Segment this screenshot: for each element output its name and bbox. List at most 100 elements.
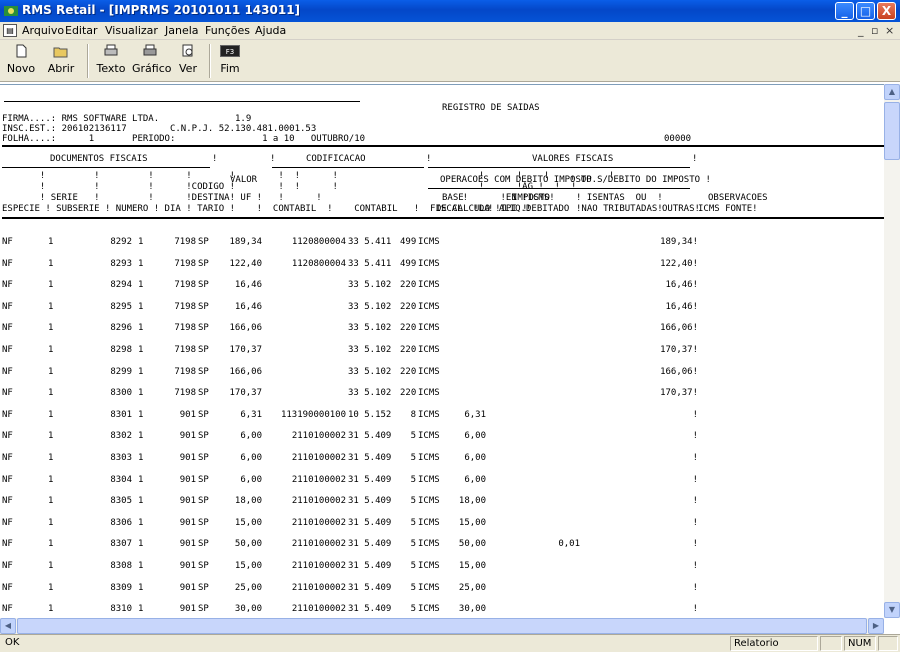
menu-janela[interactable]: Janela (165, 24, 199, 37)
cell-outras: ! (692, 409, 698, 420)
cell-numero: 8305 (110, 496, 132, 507)
grafico-label: Gráfico (132, 62, 172, 75)
cell-outras: 170,37! (660, 388, 698, 399)
cell-destinatario: 901 (179, 517, 196, 528)
horizontal-scrollbar[interactable]: ◀ ▶ (0, 618, 884, 634)
cell-uf: SP (198, 366, 209, 377)
close-button[interactable]: X (877, 2, 896, 20)
header-nao-tributadas: !NAO TRIBUTADAS! (576, 204, 663, 214)
minimize-button[interactable]: _ (835, 2, 854, 20)
abrir-button[interactable]: Abrir (46, 44, 76, 80)
maximize-button[interactable]: □ (856, 2, 875, 20)
cell-contabil: 2110100002 (291, 561, 346, 571)
fim-button[interactable]: F3 Fim (216, 44, 244, 80)
cell-outras: ! (692, 582, 698, 593)
cell-valor: 189,34 (229, 237, 262, 247)
cell-destinatario: 901 (179, 561, 196, 571)
ver-button[interactable]: Ver (174, 44, 202, 80)
scroll-down-arrow-icon[interactable]: ▼ (884, 602, 900, 618)
scroll-left-arrow-icon[interactable]: ◀ (0, 618, 16, 634)
cell-ag: 8 (410, 409, 416, 420)
cell-dia: 1 (138, 431, 144, 442)
cell-serie: 1 (48, 561, 54, 571)
cell-dia: 1 (138, 323, 144, 334)
toolbar: Novo Abrir Texto Gráfico Ver F3 Fim (0, 40, 900, 82)
grafico-button[interactable]: Gráfico (132, 44, 172, 80)
vertical-scroll-thumb[interactable] (884, 102, 900, 160)
cell-numero: 8294 (110, 280, 132, 291)
cell-valor: 6,00 (240, 431, 262, 442)
header-icms-fonte: ICMS FONTE! (698, 204, 758, 214)
header-op-sem-debito: ! OP.S/DEBITO DO IMPOSTO ! (570, 175, 711, 185)
abrir-label: Abrir (47, 62, 75, 75)
cell-ag: 5 (410, 453, 416, 463)
cell-numero: 8308 (110, 561, 132, 571)
cell-fiscal: 33 5.102 (348, 301, 392, 312)
cell-uf: SP (198, 301, 209, 312)
cell-destinatario: 901 (179, 604, 196, 615)
cell-serie: 1 (48, 323, 54, 334)
cell-fiscal: 31 5.409 (348, 517, 392, 528)
cell-serie: 1 (48, 280, 54, 291)
cell-contabil: 1120800004 (291, 258, 346, 269)
table-row: NF 1 8308 1 901 SP 15,00 2110100002 31 5.409 5 ICM… (2, 561, 886, 572)
cell-imp: ICMS (418, 604, 440, 615)
cell-outras: 170,37! (660, 345, 698, 355)
scroll-right-arrow-icon[interactable]: ▶ (868, 618, 884, 634)
cell-valor: 6,00 (240, 474, 262, 485)
cell-valor: 122,40 (229, 258, 262, 269)
cell-outras: 16,46! (665, 301, 698, 312)
cell-especie: NF (2, 323, 13, 334)
cell-ag: 220 (400, 301, 417, 312)
cell-contabil: 2110100002 (291, 474, 346, 485)
vertical-scrollbar[interactable]: ▲ ▼ (884, 84, 900, 618)
cell-dia: 1 (138, 301, 144, 312)
horizontal-scroll-thumb[interactable] (17, 618, 867, 634)
mdi-close-button[interactable]: × (885, 24, 894, 37)
cell-destinatario: 901 (179, 582, 196, 593)
cell-destinatario: 7198 (174, 323, 196, 334)
cell-uf: SP (198, 388, 209, 399)
table-row: NF 1 8298 1 7198 SP 170,37 33 5.102 220 ICMS 170,3… (2, 345, 886, 356)
title-bar[interactable]: RMS Retail - [IMPRMS 20101011 143011] _ … (0, 0, 900, 22)
cell-ag: 499 (400, 237, 417, 247)
mdi-minimize-button[interactable]: _ (858, 24, 864, 37)
cell-outras: ! (692, 453, 698, 463)
cell-dia: 1 (138, 582, 144, 593)
menu-funcoes[interactable]: Funções (205, 24, 250, 37)
header-line-c: ! SERIE ! ! !DESTINA! UF ! ! ! ! !EN !IC… (2, 193, 555, 203)
novo-button[interactable]: Novo (6, 44, 36, 80)
toolbar-separator (87, 44, 89, 78)
cell-numero: 8301 (110, 409, 132, 420)
header-rule (272, 167, 424, 168)
menu-arquivo[interactable]: Arquivo (22, 24, 64, 37)
cell-contabil: 113190000100 (280, 409, 346, 420)
menu-visualizar[interactable]: Visualizar (105, 24, 158, 37)
cell-serie: 1 (48, 431, 54, 442)
cell-numero: 8310 (110, 604, 132, 615)
cell-contabil: 1120800004 (291, 237, 346, 247)
cell-especie: NF (2, 301, 13, 312)
cell-uf: SP (198, 453, 209, 463)
menu-editar[interactable]: Editar (65, 24, 98, 37)
scroll-up-arrow-icon[interactable]: ▲ (884, 84, 900, 100)
cell-ag: 5 (410, 474, 416, 485)
page-number: 00000 (664, 134, 692, 144)
cell-valor: 166,06 (229, 366, 262, 377)
cell-fiscal: 31 5.409 (348, 474, 392, 485)
cell-base: 15,00 (458, 517, 486, 528)
header-observacoes: OBSERVACOES (708, 193, 768, 203)
texto-button[interactable]: Texto (94, 44, 128, 80)
cell-fiscal: 33 5.102 (348, 388, 392, 399)
table-row: NF 1 8307 1 901 SP 50,00 2110100002 31 5.409 5 ICM… (2, 539, 886, 550)
document-menu-icon[interactable]: ▤ (3, 24, 17, 37)
cell-valor: 50,00 (234, 539, 262, 550)
cell-ag: 5 (410, 582, 416, 593)
report-viewer[interactable]: REGISTRO DE SAIDAS FIRMA....: RMS SOFTWA… (0, 84, 900, 618)
menu-ajuda[interactable]: Ajuda (255, 24, 286, 37)
table-row: NF 1 8305 1 901 SP 18,00 2110100002 31 5.409 5 ICM… (2, 496, 886, 507)
cell-serie: 1 (48, 301, 54, 312)
mdi-restore-button[interactable]: ▫ (871, 24, 878, 37)
cell-especie: NF (2, 496, 13, 507)
cell-valor: 25,00 (234, 582, 262, 593)
